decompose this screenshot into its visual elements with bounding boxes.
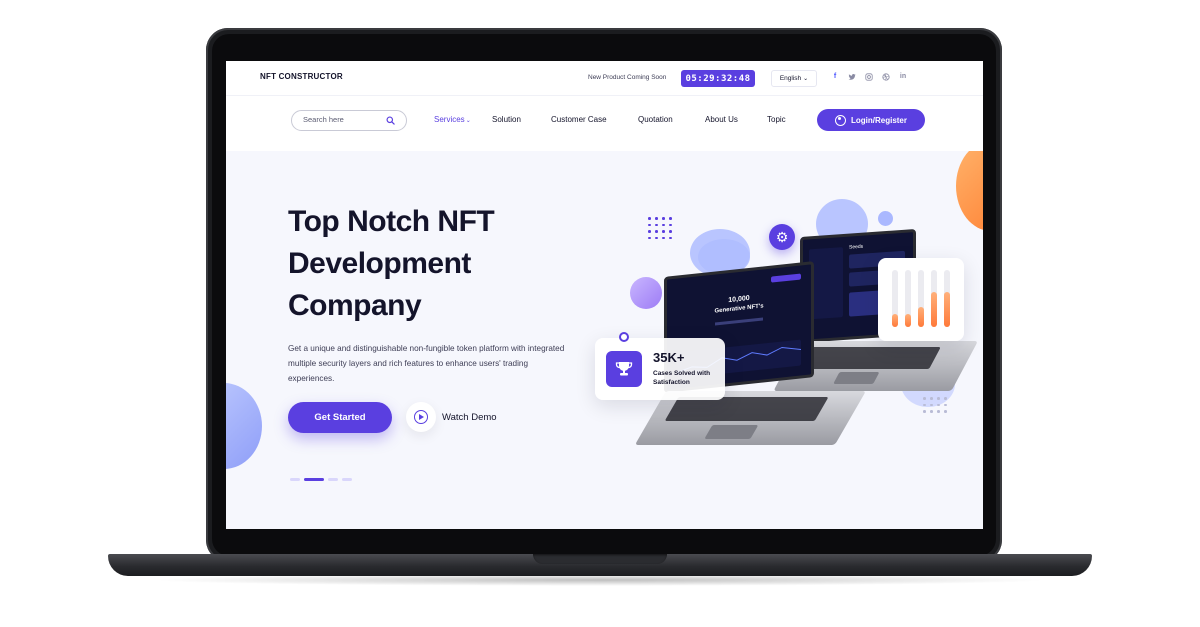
dribbble-icon[interactable] bbox=[882, 73, 890, 81]
coming-soon-text: New Product Coming Soon bbox=[588, 74, 667, 81]
chevron-down-icon: ⌄ bbox=[803, 76, 809, 82]
gear-icon: ⚙ bbox=[769, 224, 795, 250]
hero-title: Top Notch NFT Development Company bbox=[288, 201, 588, 327]
blue-bubble bbox=[878, 211, 893, 226]
bar-track bbox=[931, 270, 937, 327]
mini-button bbox=[771, 273, 801, 283]
hero-title-line: Development bbox=[288, 247, 471, 280]
bar-fill bbox=[918, 307, 924, 327]
slider-pagination bbox=[290, 478, 352, 481]
nav-item-services[interactable]: Services⌄ bbox=[434, 115, 471, 124]
bar-track bbox=[892, 270, 898, 327]
stat-card: 35K+ Cases Solved with Satisfaction bbox=[595, 332, 725, 400]
brand-logo[interactable]: NFT CONSTRUCTOR bbox=[260, 72, 343, 81]
blue-blob-left bbox=[226, 383, 262, 469]
laptop-shadow bbox=[150, 574, 1050, 586]
play-icon bbox=[414, 410, 428, 424]
hero-title-line: Top Notch NFT bbox=[288, 205, 495, 238]
website-screen: NFT CONSTRUCTOR New Product Coming Soon … bbox=[226, 61, 983, 529]
nav-item-about-us[interactable]: About Us bbox=[705, 115, 738, 124]
bar-fill bbox=[931, 291, 937, 327]
slide-dot[interactable] bbox=[328, 478, 338, 481]
nav-item-customer-case[interactable]: Customer Case bbox=[551, 115, 607, 124]
search-icon[interactable] bbox=[386, 116, 395, 125]
bar-fill bbox=[905, 314, 911, 327]
login-register-button[interactable]: Login/Register bbox=[817, 109, 925, 131]
login-label: Login/Register bbox=[850, 115, 907, 125]
trackpad bbox=[833, 372, 880, 384]
sidebar-block bbox=[809, 247, 843, 320]
dot-grid-decoration bbox=[923, 397, 947, 413]
side-title: Seeds bbox=[849, 243, 864, 251]
top-bar: NFT CONSTRUCTOR New Product Coming Soon … bbox=[226, 61, 983, 95]
dot-grid-decoration bbox=[648, 217, 672, 239]
watch-demo-link[interactable]: Watch Demo bbox=[442, 412, 497, 423]
hero-description: Get a unique and distinguishable non-fun… bbox=[288, 344, 565, 383]
trophy-icon bbox=[606, 351, 642, 387]
twitter-icon[interactable] bbox=[848, 73, 856, 81]
instagram-icon[interactable] bbox=[865, 73, 873, 81]
slide-dot[interactable] bbox=[290, 478, 300, 481]
main-navigation: Services⌄ Solution Customer Case Quotati… bbox=[226, 95, 983, 151]
slide-dot[interactable] bbox=[342, 478, 352, 481]
countdown-timer: 05:29:32:48 bbox=[681, 70, 755, 87]
bar-chart-card bbox=[878, 258, 964, 341]
user-icon bbox=[834, 114, 846, 126]
keyboard bbox=[799, 347, 941, 369]
keyboard bbox=[664, 397, 829, 421]
laptop-notch bbox=[533, 554, 667, 564]
play-button[interactable] bbox=[406, 402, 436, 432]
bar-fill bbox=[944, 291, 950, 327]
nav-item-solution[interactable]: Solution bbox=[492, 115, 521, 124]
bar-track bbox=[918, 270, 924, 327]
hero-title-line: Company bbox=[288, 289, 422, 322]
pin-icon bbox=[619, 332, 629, 342]
trackpad bbox=[704, 425, 759, 439]
bar-fill bbox=[892, 314, 898, 327]
nav-item-label: Services bbox=[434, 115, 465, 124]
facebook-icon[interactable]: f bbox=[831, 73, 839, 81]
slide-dot-active[interactable] bbox=[304, 478, 324, 481]
language-select[interactable]: English ⌄ bbox=[771, 70, 817, 87]
bar-track bbox=[944, 270, 950, 327]
orange-blob bbox=[956, 141, 983, 231]
bar-track bbox=[905, 270, 911, 327]
nav-item-topic[interactable]: Topic bbox=[767, 115, 786, 124]
get-started-button[interactable]: Get Started bbox=[288, 402, 392, 433]
search-input[interactable] bbox=[303, 115, 383, 124]
linkedin-icon[interactable]: in bbox=[899, 73, 907, 81]
stat-value: 35K+ bbox=[653, 350, 685, 365]
search-box[interactable] bbox=[291, 110, 407, 131]
violet-bubble bbox=[630, 277, 662, 309]
social-links: f in bbox=[831, 73, 907, 81]
nav-item-quotation[interactable]: Quotation bbox=[638, 115, 673, 124]
stat-label: Cases Solved with Satisfaction bbox=[653, 370, 711, 386]
chevron-down-icon: ⌄ bbox=[465, 118, 471, 124]
mini-line bbox=[715, 317, 763, 326]
language-label: English bbox=[779, 75, 802, 82]
